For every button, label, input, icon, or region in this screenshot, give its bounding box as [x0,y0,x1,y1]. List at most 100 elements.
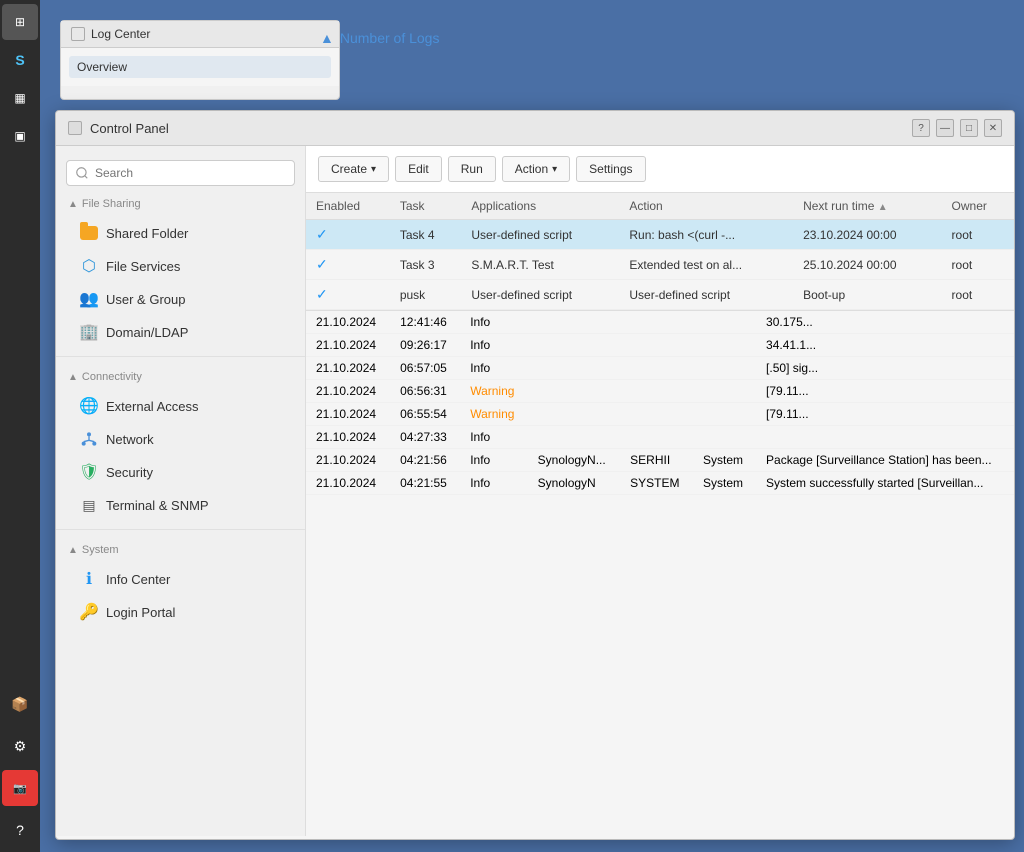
col-header-action: Action [619,193,793,220]
sidebar-item-user-group[interactable]: 👥 User & Group [60,283,301,315]
create-button[interactable]: Create [318,156,389,182]
log-center-titlebar: Log Center [61,21,339,48]
task-app-1: User-defined script [461,220,619,250]
sidebar: ▲ File Sharing Shared Folder ⬡ File Serv… [56,146,306,836]
sidebar-section-file-sharing[interactable]: ▲ File Sharing [56,192,305,216]
settings-button[interactable]: Settings [576,156,645,182]
log-center-sidebar: Overview [61,48,339,86]
control-panel-title-area: Control Panel [68,121,169,136]
control-panel-app-icon [68,121,82,135]
sidebar-section-system[interactable]: ▲ System [56,538,305,562]
task-next-2: 25.10.2024 00:00 [793,250,941,280]
shared-folder-icon [80,224,98,242]
task-enabled-3: ✓ [306,280,390,310]
titlebar-maximize-btn[interactable]: □ [960,119,978,137]
section-arrow-system: ▲ [68,545,78,556]
log-table-section: 21.10.2024 12:41:46 Info 30.175... 21.10… [306,311,1014,836]
task-action-3: User-defined script [619,280,793,310]
log-center-overview-item[interactable]: Overview [69,56,331,78]
task-name-1: Task 4 [390,220,462,250]
log-row: 21.10.2024 04:21:55 Info SynologyN SYSTE… [306,472,1014,495]
toolbar: Create Edit Run Action Settings [306,146,1014,193]
security-icon: 🛡 [80,463,98,481]
control-panel-title-text: Control Panel [90,121,169,136]
log-table: 21.10.2024 12:41:46 Info 30.175... 21.10… [306,311,1014,495]
log-row: 21.10.2024 09:26:17 Info 34.41.1... [306,334,1014,357]
log-row: 21.10.2024 04:21:56 Info SynologyN... SE… [306,449,1014,472]
taskbar-icon-help[interactable]: ? [2,812,38,848]
sidebar-item-domain-ldap[interactable]: 🏢 Domain/LDAP [60,316,301,348]
domain-icon: 🏢 [80,323,98,341]
sidebar-item-file-services[interactable]: ⬡ File Services [60,250,301,282]
task-name-2: Task 3 [390,250,462,280]
task-next-3: Boot-up [793,280,941,310]
task-action-2: Extended test on al... [619,250,793,280]
task-table-section: Enabled Task Applications Action [306,193,1014,311]
task-table-header-row: Enabled Task Applications Action [306,193,1014,220]
task-owner-2: root [942,250,1014,280]
table-row[interactable]: ✓ Task 3 S.M.A.R.T. Test Extended test o… [306,250,1014,280]
main-content: Create Edit Run Action Settings Enabled [306,146,1014,836]
taskbar-icon-control[interactable]: ⚙ [2,728,38,764]
taskbar-icon-1[interactable]: ⊞ [2,4,38,40]
log-center-window: Log Center Overview [60,20,340,100]
task-action-1: Run: bash <(curl -... [619,220,793,250]
sidebar-item-security[interactable]: 🛡 Security [60,456,301,488]
titlebar-controls: ? — □ ✕ [912,119,1002,137]
titlebar-help-btn[interactable]: ? [912,119,930,137]
sidebar-item-external-access[interactable]: 🌐 External Access [60,390,301,422]
search-input[interactable] [66,160,295,186]
col-header-enabled: Enabled [306,193,390,220]
taskbar-icon-3[interactable]: ▦ [2,80,38,116]
taskbar-icon-package[interactable]: 📦 [2,686,38,722]
terminal-icon: ▤ [80,496,98,514]
col-header-task: Task [390,193,462,220]
log-center-title-text: Log Center [91,27,150,41]
sidebar-search-area [56,154,305,192]
col-header-owner: Owner [942,193,1014,220]
task-next-1: 23.10.2024 00:00 [793,220,941,250]
section-arrow-connectivity: ▲ [68,372,78,383]
log-row: 21.10.2024 06:55:54 Warning [79.11... [306,403,1014,426]
section-arrow-file-sharing: ▲ [68,199,78,210]
sidebar-item-login-portal[interactable]: 🔑 Login Portal [60,596,301,628]
log-row: 21.10.2024 04:27:33 Info [306,426,1014,449]
info-center-icon: ℹ [80,570,98,588]
file-services-icon: ⬡ [80,257,98,275]
log-center-icon [71,27,85,41]
taskbar-icon-4[interactable]: ▣ [2,118,38,154]
action-button[interactable]: Action [502,156,570,182]
task-name-3: pusk [390,280,462,310]
titlebar-close-btn[interactable]: ✕ [984,119,1002,137]
number-of-logs-header: ▲ Number of Logs [310,20,449,56]
sidebar-item-network[interactable]: Network [60,423,301,455]
external-access-icon: 🌐 [80,397,98,415]
sidebar-divider-1 [56,356,305,357]
sidebar-item-terminal-snmp[interactable]: ▤ Terminal & SNMP [60,489,301,521]
table-row[interactable]: ✓ pusk User-defined script User-defined … [306,280,1014,310]
taskbar-icon-station[interactable]: 📷 [2,770,38,806]
edit-button[interactable]: Edit [395,156,442,182]
col-header-applications: Applications [461,193,619,220]
network-icon [80,430,98,448]
taskbar: ⊞ S ▦ ▣ 📦 ⚙ 📷 ? [0,0,40,852]
sidebar-item-info-center[interactable]: ℹ Info Center [60,563,301,595]
taskbar-icon-synology[interactable]: S [2,42,38,78]
titlebar-minimize-btn[interactable]: — [936,119,954,137]
col-header-next-run: Next run time ▲ [793,193,941,220]
control-panel-window: Control Panel ? — □ ✕ ▲ File Sharing [55,110,1015,840]
sidebar-item-shared-folder[interactable]: Shared Folder [60,217,301,249]
log-row: 21.10.2024 12:41:46 Info 30.175... [306,311,1014,334]
sidebar-divider-2 [56,529,305,530]
table-row[interactable]: ✓ Task 4 User-defined script Run: bash <… [306,220,1014,250]
task-owner-1: root [942,220,1014,250]
user-group-icon: 👥 [80,290,98,308]
sidebar-section-connectivity[interactable]: ▲ Connectivity [56,365,305,389]
log-row: 21.10.2024 06:57:05 Info [.50] sig... [306,357,1014,380]
task-app-2: S.M.A.R.T. Test [461,250,619,280]
task-enabled-2: ✓ [306,250,390,280]
log-row: 21.10.2024 06:56:31 Warning [79.11... [306,380,1014,403]
control-panel-body: ▲ File Sharing Shared Folder ⬡ File Serv… [56,146,1014,836]
run-button[interactable]: Run [448,156,496,182]
task-enabled-1: ✓ [306,220,390,250]
